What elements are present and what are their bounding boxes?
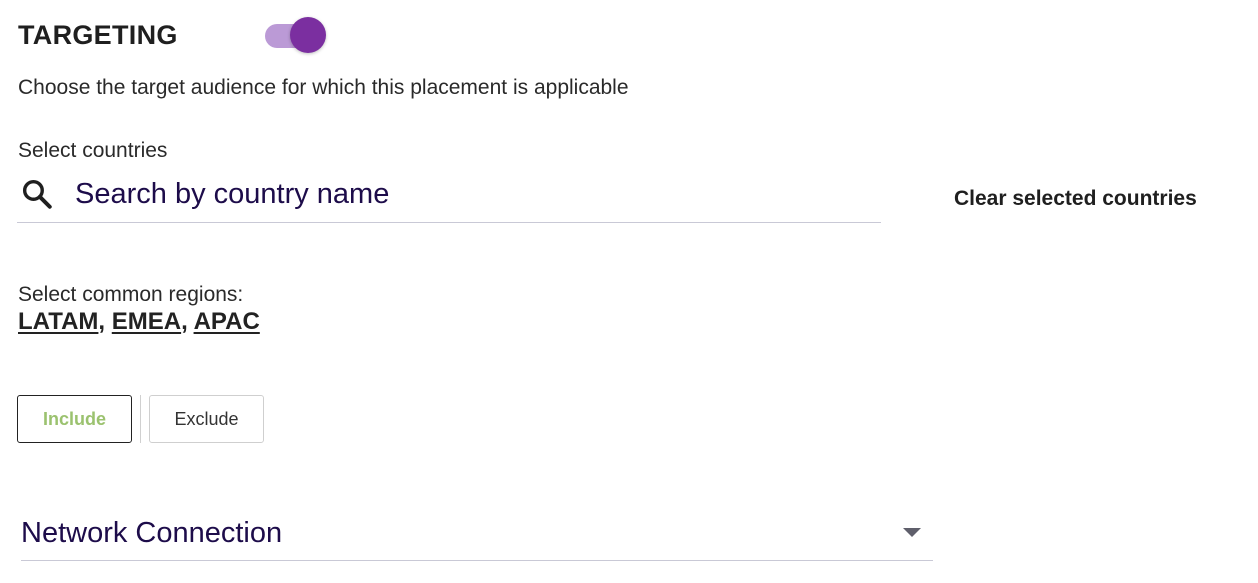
- targeting-title: TARGETING: [18, 20, 178, 50]
- network-connection-dropdown[interactable]: Network Connection: [21, 508, 933, 561]
- country-search-input[interactable]: [75, 177, 855, 211]
- include-button[interactable]: Include: [17, 395, 132, 443]
- chevron-down-icon: [903, 528, 921, 537]
- region-link-emea[interactable]: EMEA: [112, 308, 181, 335]
- targeting-toggle[interactable]: [265, 17, 327, 55]
- region-separator: ,: [98, 308, 112, 335]
- region-separator: ,: [181, 308, 194, 335]
- network-connection-label: Network Connection: [21, 517, 283, 549]
- common-regions-label: Select common regions:: [18, 283, 244, 306]
- targeting-description: Choose the target audience for which thi…: [18, 76, 629, 99]
- select-countries-label: Select countries: [18, 139, 168, 162]
- country-search-field: [17, 166, 881, 223]
- region-link-latam[interactable]: LATAM: [18, 308, 98, 335]
- clear-selected-countries-button[interactable]: Clear selected countries: [954, 187, 1197, 211]
- button-divider: [140, 395, 141, 443]
- search-icon: [19, 176, 55, 212]
- exclude-button[interactable]: Exclude: [149, 395, 264, 443]
- toggle-thumb: [290, 17, 326, 53]
- region-link-apac[interactable]: APAC: [194, 308, 260, 335]
- common-regions-links: LATAM, EMEA, APAC: [18, 308, 260, 336]
